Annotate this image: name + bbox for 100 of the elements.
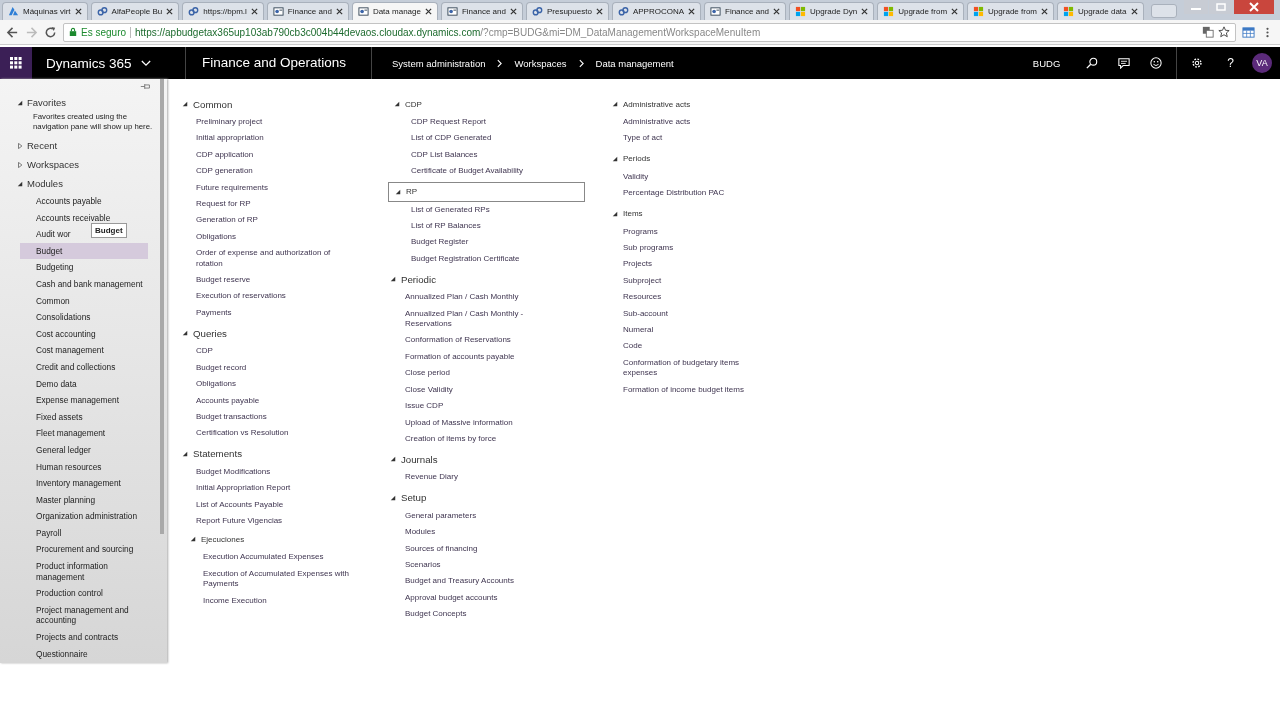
browser-tab[interactable]: https://bpm.l: [182, 2, 264, 20]
module-link[interactable]: Fleet management: [20, 425, 106, 442]
menu-link[interactable]: Annualized Plan / Cash Monthly: [405, 289, 555, 306]
menu-link[interactable]: Budget and Treasury Accounts: [405, 573, 555, 590]
group-header[interactable]: CDP: [388, 94, 603, 114]
menu-link[interactable]: Percentage Distribution PAC: [623, 185, 773, 202]
menu-link[interactable]: Validity: [623, 168, 773, 186]
module-link[interactable]: Accounts payable: [20, 193, 102, 210]
close-icon[interactable]: [688, 8, 695, 15]
close-icon[interactable]: [1041, 8, 1048, 15]
browser-tab[interactable]: Máquinas virt: [2, 2, 88, 20]
module-link[interactable]: Cash and bank management: [20, 275, 143, 293]
module-link[interactable]: Master planning: [20, 491, 96, 509]
browser-tab[interactable]: APPROCONA: [611, 2, 701, 20]
menu-link[interactable]: Budget transactions: [196, 408, 346, 426]
browser-tab[interactable]: Upgrade from: [877, 2, 965, 20]
group-header[interactable]: Items: [606, 203, 806, 224]
menu-link[interactable]: Budget record: [196, 359, 346, 377]
menu-link[interactable]: Programs: [623, 223, 773, 241]
module-link[interactable]: Projects and contracts: [20, 629, 119, 646]
module-link[interactable]: Questionnaire: [20, 645, 88, 663]
menu-link[interactable]: List of Accounts Payable: [196, 496, 346, 513]
menu-link[interactable]: Creation of items by force: [405, 430, 555, 448]
nav-section-header[interactable]: Workspaces: [17, 155, 167, 174]
group-header[interactable]: Periodic: [388, 269, 603, 290]
menu-link[interactable]: Budget reserve: [196, 272, 346, 289]
menu-link[interactable]: Budget Registration Certificate: [411, 250, 561, 268]
menu-link[interactable]: Modules: [405, 524, 555, 541]
company-button[interactable]: BUDG: [1026, 56, 1067, 70]
menu-link[interactable]: List of Generated RPs: [411, 201, 561, 219]
module-link[interactable]: General ledger: [20, 441, 91, 459]
browser-tab[interactable]: AlfaPeople Bu: [90, 2, 180, 20]
menu-link[interactable]: CDP generation: [196, 163, 346, 180]
app-launcher-button[interactable]: [0, 47, 32, 79]
menu-link[interactable]: Accounts payable: [196, 392, 346, 409]
close-icon[interactable]: [166, 8, 174, 15]
menu-link[interactable]: Initial appropriation: [196, 130, 346, 147]
pin-icon[interactable]: [140, 83, 151, 90]
menu-link[interactable]: Income Execution: [203, 592, 353, 609]
nav-section-header[interactable]: Recent: [17, 136, 167, 155]
user-avatar[interactable]: VA: [1252, 53, 1272, 73]
menu-link[interactable]: CDP Request Report: [411, 114, 561, 131]
module-link[interactable]: Common: [20, 292, 70, 310]
group-header[interactable]: Setup: [388, 487, 603, 508]
menu-link[interactable]: Sub programs: [623, 240, 773, 257]
help-button[interactable]: ?: [1221, 55, 1240, 71]
menu-link[interactable]: Budget Modifications: [196, 463, 346, 481]
group-header[interactable]: Queries: [180, 323, 385, 344]
module-link[interactable]: Project management and accounting: [20, 601, 148, 630]
close-icon[interactable]: [773, 8, 781, 15]
menu-link[interactable]: Execution of reservations: [196, 288, 346, 305]
group-header[interactable]: Common: [180, 94, 385, 114]
browser-tab[interactable]: Upgrade from: [967, 2, 1054, 20]
menu-link[interactable]: Budget Concepts: [405, 606, 555, 623]
menu-link[interactable]: Obligations: [196, 228, 346, 246]
close-icon[interactable]: [74, 8, 82, 15]
close-icon[interactable]: [509, 8, 517, 15]
menu-link[interactable]: Close period: [405, 365, 555, 382]
menu-link[interactable]: Certification vs Resolution: [196, 425, 346, 442]
menu-link[interactable]: Revenue Diary: [405, 469, 555, 486]
search-icon[interactable]: [1086, 57, 1099, 69]
menu-link[interactable]: Conformation of Reservations: [405, 332, 555, 349]
module-link[interactable]: Consolidations: [20, 309, 91, 326]
module-link[interactable]: Production control: [20, 585, 103, 602]
module-link[interactable]: Payroll: [20, 524, 62, 542]
browser-tab[interactable]: Upgrade data: [1057, 2, 1144, 20]
menu-link[interactable]: Scenarios: [405, 556, 555, 574]
menu-link[interactable]: Upload of Massive information: [405, 414, 555, 431]
group-header[interactable]: Statements: [180, 443, 385, 464]
group-header[interactable]: Ejecuciones: [184, 529, 385, 550]
menu-link[interactable]: Generation of RP: [196, 212, 346, 229]
menu-link[interactable]: Resources: [623, 289, 773, 306]
menu-link[interactable]: Report Future Vigencias: [196, 512, 346, 530]
module-link[interactable]: Credit and collections: [20, 358, 116, 376]
menu-link[interactable]: CDP application: [196, 146, 346, 164]
menu-link[interactable]: Subproject: [623, 272, 773, 290]
reload-icon[interactable]: [44, 25, 57, 39]
browser-tab[interactable]: Upgrade Dyn: [789, 2, 875, 20]
module-link[interactable]: Human resources: [20, 458, 102, 476]
table-icon[interactable]: [1242, 25, 1255, 39]
module-link[interactable]: Cost management: [20, 342, 104, 359]
module-link[interactable]: Product information management: [20, 558, 148, 586]
close-icon[interactable]: [1130, 8, 1138, 15]
menu-link[interactable]: Formation of income budget items: [623, 381, 773, 399]
browser-tab[interactable]: Finance and: [266, 2, 349, 20]
menu-link[interactable]: Code: [623, 338, 773, 355]
smiley-icon[interactable]: [1150, 57, 1163, 69]
module-link[interactable]: Budget: [20, 242, 148, 260]
close-icon[interactable]: [595, 8, 603, 15]
module-link[interactable]: Inventory management: [20, 475, 121, 492]
menu-link[interactable]: Execution of Accumulated Expenses with Payments: [203, 565, 353, 593]
back-icon[interactable]: [6, 25, 19, 39]
breadcrumb-link[interactable]: Data management: [595, 57, 674, 69]
breadcrumb-link[interactable]: Workspaces: [514, 57, 567, 69]
close-icon[interactable]: [250, 8, 258, 15]
address-bar[interactable]: Es seguro https://apbudgetax365up103ab790cb3c004b44devaos.cloudax.dynamics.com/?cmp=BUDG&mi=DM_DataManagementWorkspaceMenuItem: [63, 22, 1236, 42]
menu-link[interactable]: Order of expense and authorization of rotation: [196, 245, 346, 273]
menu-link[interactable]: Annualized Plan / Cash Monthly - Reservations: [405, 305, 555, 333]
menu-link[interactable]: Close Validity: [405, 381, 555, 399]
menu-link[interactable]: Projects: [623, 256, 773, 273]
